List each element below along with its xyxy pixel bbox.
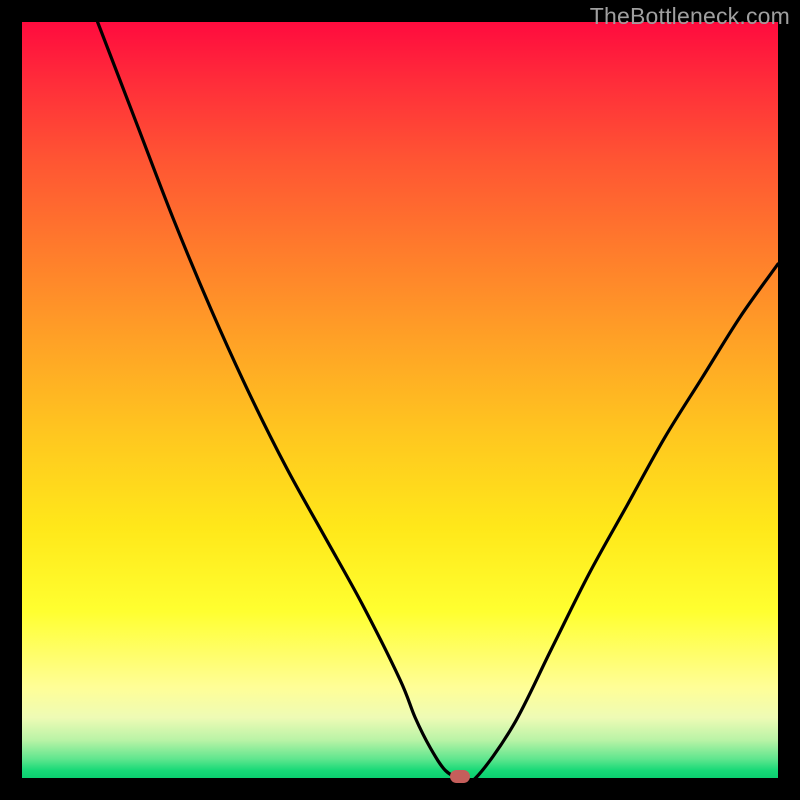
watermark-text: TheBottleneck.com xyxy=(590,3,790,30)
bottleneck-curve xyxy=(22,22,778,778)
plot-area xyxy=(22,22,778,778)
optimal-point-marker xyxy=(450,770,470,783)
chart-frame: TheBottleneck.com xyxy=(0,0,800,800)
